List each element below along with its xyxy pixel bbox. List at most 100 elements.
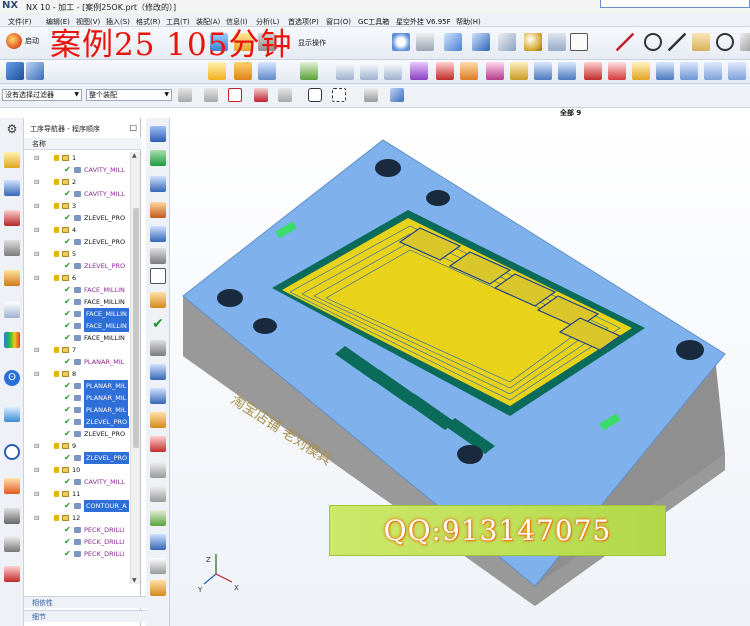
feature-icon[interactable]	[584, 62, 602, 80]
operation-row[interactable]: ✔ CAVITY_MILL	[24, 476, 130, 488]
operation-row[interactable]: ✔ FACE_MILLIN	[24, 332, 130, 344]
verify-icon[interactable]	[150, 412, 166, 428]
operation-row[interactable]: ✔ CAVITY_MILL	[24, 188, 130, 200]
program-group-row[interactable]: ⊟ 12	[24, 512, 130, 524]
operation-row[interactable]: ✔ PLANAR_MIL	[24, 380, 130, 392]
tool-icon[interactable]	[740, 33, 750, 51]
shaded-icon[interactable]	[524, 33, 542, 51]
grid-icon[interactable]	[150, 268, 166, 284]
role-icon[interactable]	[4, 478, 20, 494]
tree-toggle-icon[interactable]: ⊟	[34, 248, 39, 260]
operation-row[interactable]: ✔ PLANAR_MIL	[24, 356, 130, 368]
transform-icon[interactable]	[150, 510, 166, 526]
scroll-thumb[interactable]	[133, 208, 139, 448]
operation-row[interactable]: ✔ ZLEVEL_PRO	[24, 452, 130, 464]
feed-icon[interactable]: ʘ	[4, 370, 20, 386]
feature-icon[interactable]	[608, 62, 626, 80]
generate-icon[interactable]	[150, 364, 166, 380]
operation-row[interactable]: ✔ ZLEVEL_PRO	[24, 236, 130, 248]
shop-icon[interactable]	[150, 248, 166, 264]
feature-icon[interactable]	[558, 62, 576, 80]
dependency-panel[interactable]: 相依性 ∨	[24, 596, 165, 608]
snap-icon[interactable]	[278, 88, 292, 102]
select-box-icon[interactable]	[332, 88, 346, 102]
menu-gc-toolbox[interactable]: GC工具箱	[358, 17, 389, 27]
verify-icon[interactable]	[234, 62, 252, 80]
menu-insert[interactable]: 插入(S)	[106, 17, 130, 27]
menu-format[interactable]: 格式(R)	[136, 17, 160, 27]
info-icon[interactable]	[150, 462, 166, 478]
path-icon[interactable]	[150, 558, 166, 574]
operation-row[interactable]: ✔ ZLEVEL_PRO	[24, 428, 130, 440]
operation-row[interactable]: ✔ CAVITY_MILL	[24, 164, 130, 176]
tools-icon[interactable]	[4, 508, 20, 524]
create-program-icon[interactable]	[150, 126, 166, 142]
menu-analysis[interactable]: 分析(L)	[256, 17, 279, 27]
shop-doc-icon[interactable]	[300, 62, 318, 80]
feature-icon[interactable]	[460, 62, 478, 80]
zoom-icon[interactable]	[392, 33, 410, 51]
menu-help[interactable]: 帮助(H)	[456, 17, 481, 27]
view-cube-icon[interactable]	[472, 33, 490, 51]
method-view-icon[interactable]	[4, 240, 20, 256]
operation-row[interactable]: ✔ PECK_DRILLI	[24, 548, 130, 560]
wireframe-icon[interactable]	[498, 33, 516, 51]
start-button[interactable]: 启动	[6, 33, 39, 49]
scroll-up-icon[interactable]: ▲	[132, 152, 137, 159]
operation-row[interactable]: ✔ FACE_MILLIN	[24, 320, 130, 332]
menu-plugin[interactable]: 星空外挂 V6.95F	[396, 17, 451, 27]
menu-edit[interactable]: 编辑(E)	[46, 17, 70, 27]
circle-icon[interactable]	[644, 33, 662, 51]
program-group-row[interactable]: ⊟ 5	[24, 248, 130, 260]
program-group-row[interactable]: ⊟ 7	[24, 344, 130, 356]
operation-row[interactable]: ✔ FACE_MILLIN	[24, 308, 130, 320]
feature-icon[interactable]	[436, 62, 454, 80]
create-tool-icon[interactable]	[150, 150, 166, 166]
machine-view-icon[interactable]	[4, 180, 20, 196]
menu-tools[interactable]: 工具(T)	[166, 17, 190, 27]
display-op-label[interactable]: 显示操作	[298, 38, 326, 48]
create-geometry-icon[interactable]	[150, 176, 166, 192]
web-icon[interactable]	[4, 406, 20, 422]
gear-icon[interactable]: ⚙	[4, 122, 20, 138]
edit-icon[interactable]	[150, 292, 166, 308]
menu-file[interactable]: 文件(F)	[8, 17, 32, 27]
tool-icon[interactable]	[384, 62, 402, 80]
menu-window[interactable]: 窗口(O)	[326, 17, 351, 27]
tool-library-icon[interactable]	[4, 270, 20, 286]
program-group-row[interactable]: ⊟ 9	[24, 440, 130, 452]
program-group-row[interactable]: ⊟ 6	[24, 272, 130, 284]
details-panel[interactable]: 细节 ∨	[24, 610, 165, 622]
operation-row[interactable]: ✔ ZLEVEL_PRO	[24, 260, 130, 272]
tree-toggle-icon[interactable]: ⊟	[34, 224, 39, 236]
tree-toggle-icon[interactable]: ⊟	[34, 272, 39, 284]
feed-icon[interactable]	[150, 580, 166, 596]
menu-info[interactable]: 信息(I)	[226, 17, 248, 27]
replay-icon[interactable]	[150, 388, 166, 404]
object-icon[interactable]	[150, 534, 166, 550]
operation-tree[interactable]: ⊟ 1 ✔ CAVITY_MILL ⊟ 2 ✔ CAVITY_MILL ⊟ 3 ✔ ZLEVEL_PR…	[24, 152, 130, 582]
operation-row[interactable]: ✔ FACE_MILLIN	[24, 296, 130, 308]
navigator-scrollbar[interactable]: ▲ ▼	[130, 152, 140, 584]
background-icon[interactable]	[570, 33, 588, 51]
feature-icon[interactable]	[704, 62, 722, 80]
menu-assembly[interactable]: 装配(A)	[196, 17, 220, 27]
tree-icon[interactable]	[150, 340, 166, 356]
cube-icon[interactable]	[390, 88, 404, 102]
point-snap-icon[interactable]	[228, 88, 242, 102]
feature-icon[interactable]	[410, 62, 428, 80]
layer-icon[interactable]	[548, 33, 566, 51]
feature-icon[interactable]	[680, 62, 698, 80]
geometry-view-icon[interactable]	[4, 210, 20, 226]
tool-icon[interactable]	[336, 62, 354, 80]
point-icon[interactable]	[692, 33, 710, 51]
post-icon[interactable]	[150, 436, 166, 452]
program-group-row[interactable]: ⊟ 2	[24, 176, 130, 188]
menu-view[interactable]: 视图(V)	[76, 17, 100, 27]
system-icon[interactable]	[4, 536, 20, 552]
list-icon[interactable]	[150, 486, 166, 502]
create-operation-icon[interactable]	[150, 226, 166, 242]
tree-toggle-icon[interactable]: ⊟	[34, 512, 39, 524]
operation-row[interactable]: ✔ ZLEVEL_PRO	[24, 212, 130, 224]
operation-row[interactable]: ✔ FACE_MILLIN	[24, 284, 130, 296]
